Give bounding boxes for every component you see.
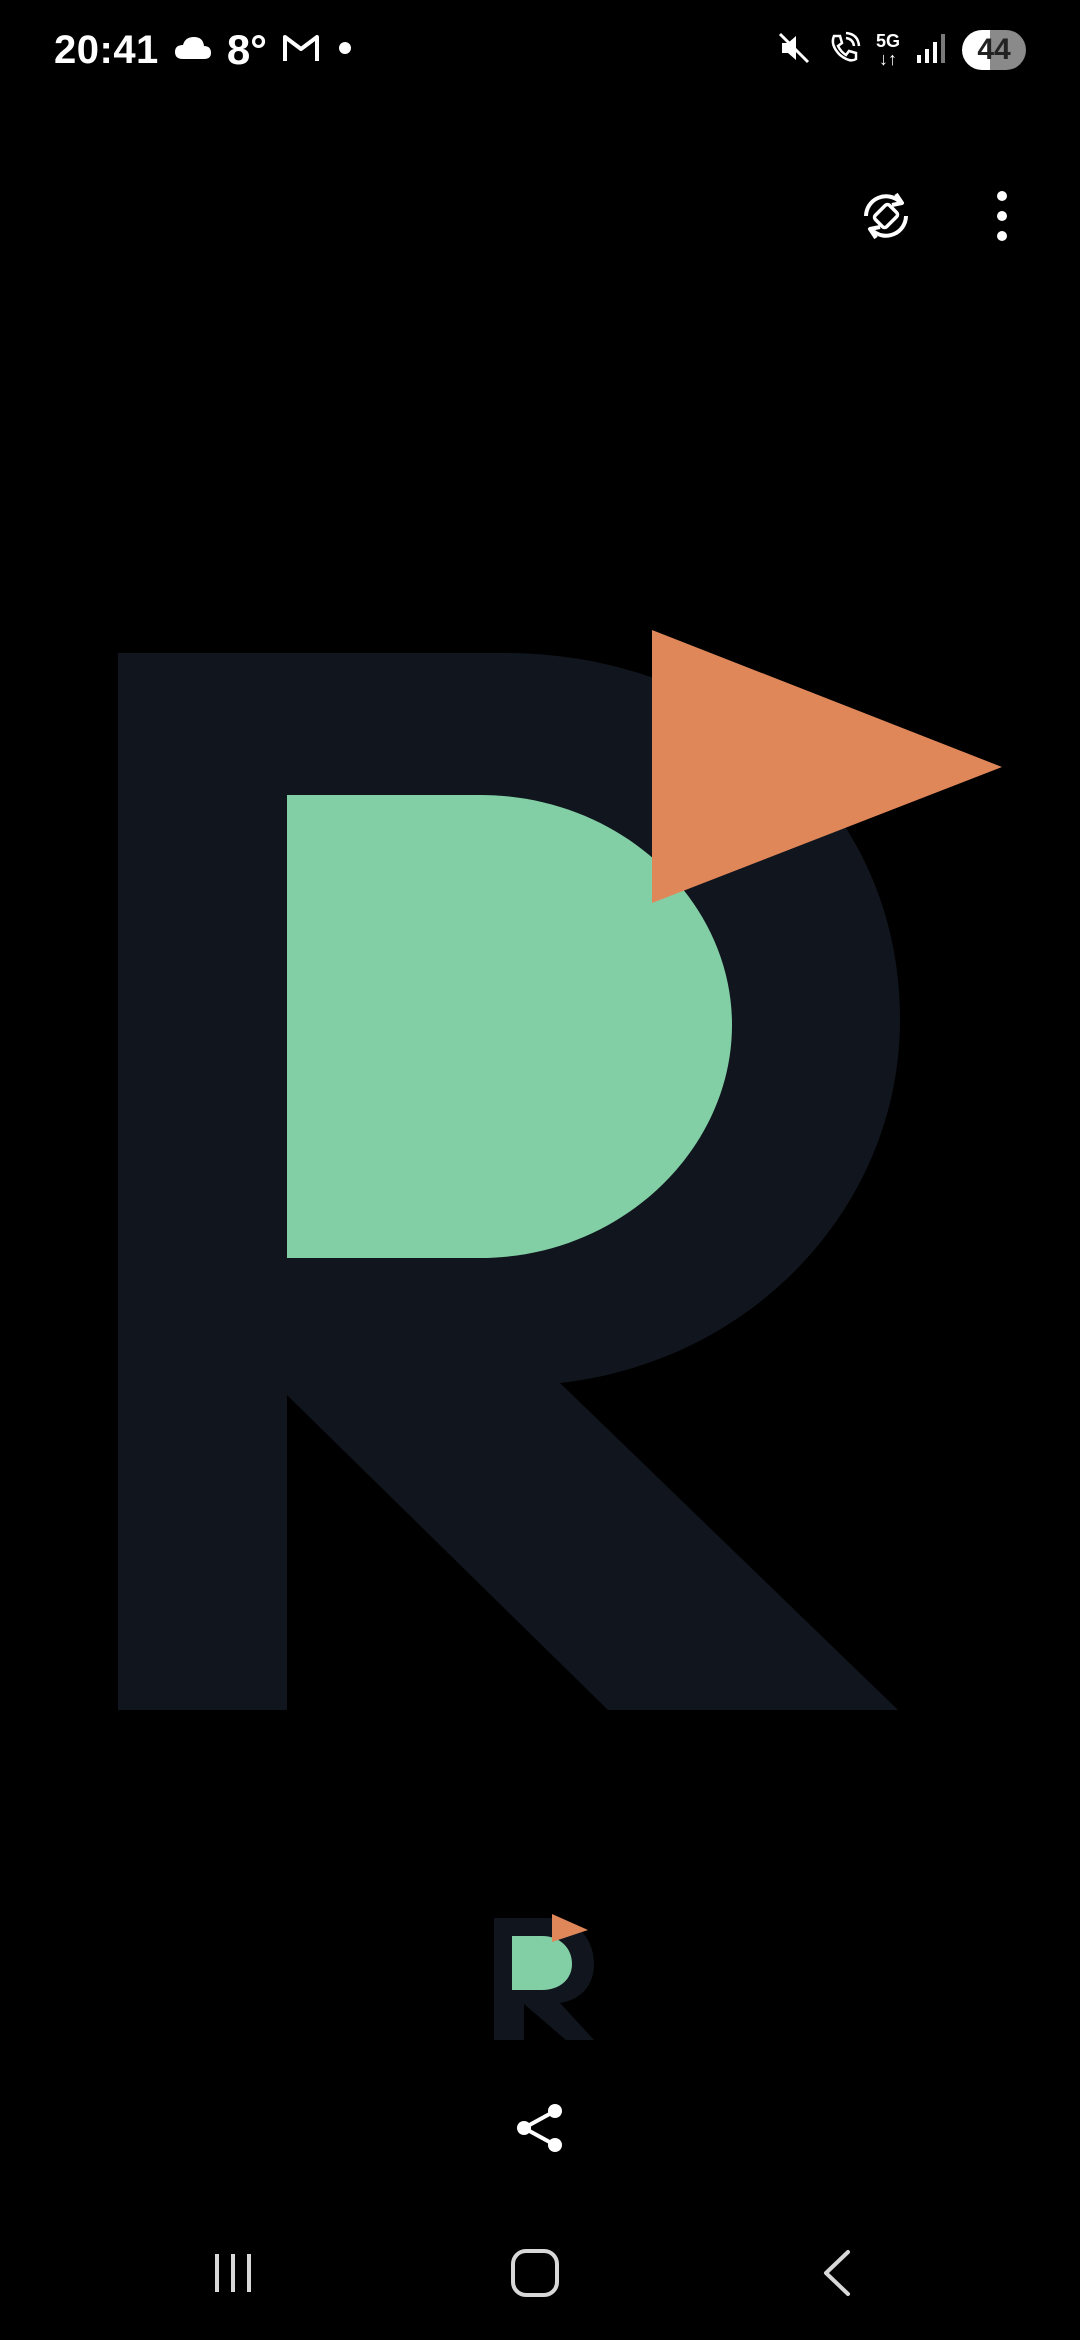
mute-icon: [776, 30, 812, 71]
signal-icon: [914, 31, 948, 70]
battery-level: 44: [977, 33, 1011, 66]
more-vert-icon: [992, 186, 1012, 251]
rotate-icon: [856, 186, 916, 251]
home-button[interactable]: [490, 2240, 580, 2310]
rotate-button[interactable]: [848, 180, 924, 256]
wifi-call-icon: [826, 30, 862, 71]
back-icon: [818, 2248, 858, 2303]
home-icon: [509, 2247, 561, 2304]
status-right: 5G ↓↑ 44: [776, 20, 1026, 80]
navigation-bar: [0, 2220, 1080, 2330]
battery-icon: 44: [962, 30, 1026, 70]
temperature: 8°: [226, 26, 267, 73]
recent-apps-icon: [210, 2250, 256, 2301]
status-left: 20:41 8°: [54, 20, 355, 80]
network-label: 5G: [875, 31, 900, 51]
app-logo-small: [480, 1900, 610, 2050]
share-icon: [515, 2102, 565, 2159]
top-actions: [848, 180, 1040, 256]
recent-apps-button[interactable]: [188, 2240, 278, 2310]
back-button[interactable]: [793, 2240, 883, 2310]
gmail-icon: [281, 31, 321, 70]
share-button[interactable]: [505, 2095, 575, 2165]
status-bar: 20:41 8° 5G ↓↑ 44: [0, 0, 1080, 100]
clock: 20:41: [54, 27, 159, 72]
more-options-button[interactable]: [964, 180, 1040, 256]
app-logo-large: [0, 600, 1080, 1750]
cloud-icon: [173, 33, 213, 68]
dot-icon: [335, 38, 355, 63]
data-arrows: ↓↑: [878, 49, 897, 69]
5g-icon: 5G ↓↑: [876, 32, 900, 68]
